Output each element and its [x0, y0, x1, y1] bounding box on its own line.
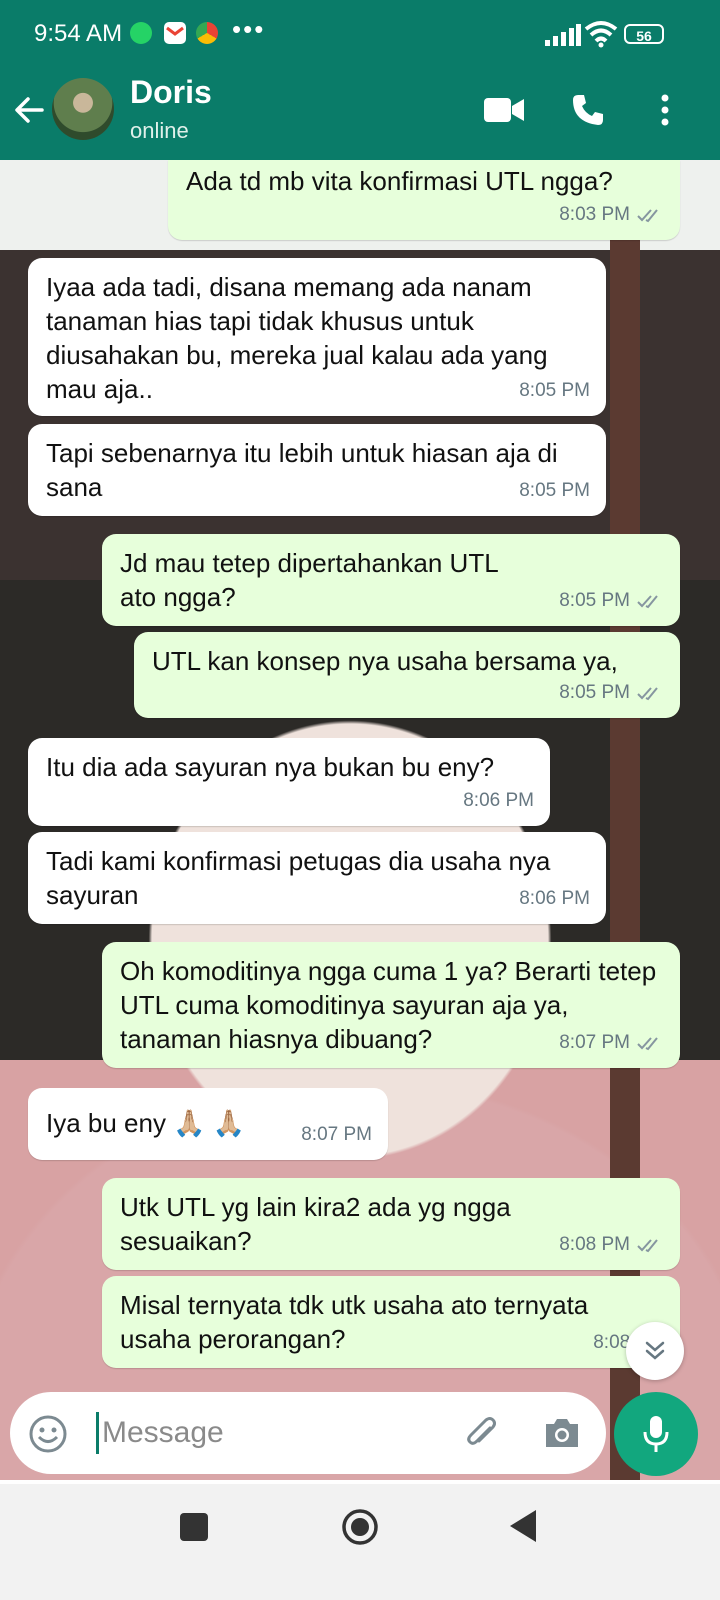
message-text: UTL kan konsep nya usaha bersama ya,	[152, 646, 618, 676]
text-cursor	[96, 1412, 99, 1454]
message-time: 8:07 PM	[559, 1032, 630, 1053]
read-ticks-icon	[637, 1239, 658, 1253]
message-time: 8:07 PM	[301, 1124, 372, 1145]
message-bubble-incoming[interactable]: Iyaa ada tadi, disana memang ada nanam t…	[28, 258, 606, 416]
scroll-to-bottom-button[interactable]	[626, 1322, 684, 1380]
battery-icon: 56	[624, 24, 664, 44]
message-text: Tadi kami konfirmasi petugas dia usaha n…	[46, 846, 558, 910]
voice-message-button[interactable]	[614, 1392, 698, 1476]
gmail-notification-icon	[164, 22, 186, 44]
message-meta: 8:05 PM	[559, 676, 664, 710]
message-text: Jd mau tetep dipertahankan UTL ato ngga?	[120, 548, 505, 612]
camera-icon[interactable]	[542, 1414, 582, 1452]
message-bubble-outgoing[interactable]: Utk UTL yg lain kira2 ada yg ngga sesuai…	[102, 1178, 680, 1270]
whatsapp-notification-icon	[130, 22, 152, 44]
message-meta: 8:06 PM	[519, 882, 590, 916]
message-bubble-outgoing[interactable]: Oh komoditinya ngga cuma 1 ya? Berarti t…	[102, 942, 680, 1068]
wifi-icon	[584, 21, 618, 48]
message-bubble-incoming[interactable]: Tapi sebenarnya itu lebih untuk hiasan a…	[28, 424, 606, 516]
phone-call-icon[interactable]	[570, 92, 606, 128]
message-bubble-outgoing[interactable]: Jd mau tetep dipertahankan UTL ato ngga?…	[102, 534, 680, 626]
message-composer	[10, 1392, 606, 1474]
message-bubble-incoming[interactable]: Itu dia ada sayuran nya bukan bu eny? 8:…	[28, 738, 550, 826]
message-meta: 8:06 PM	[463, 784, 534, 818]
message-meta: 8:05 PM	[559, 584, 664, 618]
read-ticks-icon	[637, 1037, 658, 1051]
attach-icon[interactable]	[462, 1414, 502, 1454]
message-bubble-outgoing[interactable]: Ada td mb vita konfirmasi UTL ngga? 8:03…	[168, 160, 680, 240]
more-options-icon[interactable]	[652, 92, 678, 128]
read-ticks-icon	[637, 687, 658, 701]
recents-button[interactable]	[180, 1513, 208, 1541]
message-text: Iyaa ada tadi, disana memang ada nanam t…	[46, 272, 555, 404]
message-meta: 8:03 PM	[559, 198, 664, 232]
read-ticks-icon	[637, 595, 658, 609]
message-time: 8:03 PM	[559, 204, 630, 225]
system-navigation-bar	[0, 1484, 720, 1600]
back-arrow-icon[interactable]	[12, 92, 48, 128]
message-meta: 8:05 PM	[519, 474, 590, 508]
message-bubble-incoming[interactable]: Tadi kami konfirmasi petugas dia usaha n…	[28, 832, 606, 924]
message-text: Misal ternyata tdk utk usaha ato ternyat…	[120, 1290, 596, 1354]
message-text: Ada td mb vita konfirmasi UTL ngga?	[186, 166, 613, 196]
chat-header: 9:54 AM ••• 56 Doris online	[0, 0, 720, 160]
message-meta: 8:07 PM	[559, 1026, 664, 1060]
contact-name[interactable]: Doris	[130, 74, 212, 111]
back-button[interactable]	[508, 1508, 538, 1544]
message-time: 8:05 PM	[519, 380, 590, 401]
chrome-notification-icon	[196, 22, 218, 44]
message-bubble-incoming[interactable]: Iya bu eny 🙏🏼 🙏🏼 8:07 PM	[28, 1088, 388, 1160]
message-time: 8:06 PM	[463, 790, 534, 811]
more-notifications-icon: •••	[232, 14, 266, 44]
microphone-icon	[643, 1416, 669, 1452]
message-time: 8:05 PM	[519, 480, 590, 501]
status-bar: 9:54 AM ••• 56	[0, 0, 720, 70]
message-time: 8:08 PM	[559, 1234, 630, 1255]
signal-icon	[545, 24, 581, 46]
message-time: 8:05 PM	[559, 590, 630, 611]
message-time: 8:05 PM	[559, 682, 630, 703]
message-bubble-outgoing[interactable]: UTL kan konsep nya usaha bersama ya, 8:0…	[134, 632, 680, 718]
contact-status: online	[130, 118, 189, 143]
message-time: 8:06 PM	[519, 888, 590, 909]
avatar[interactable]	[52, 78, 114, 140]
message-bubble-outgoing[interactable]: Misal ternyata tdk utk usaha ato ternyat…	[102, 1276, 680, 1368]
status-time: 9:54 AM	[34, 20, 123, 47]
video-call-icon[interactable]	[484, 96, 524, 124]
message-meta: 8:05 PM	[519, 374, 590, 408]
message-text: Utk UTL yg lain kira2 ada yg ngga sesuai…	[120, 1192, 518, 1256]
message-text: Tapi sebenarnya itu lebih untuk hiasan a…	[46, 438, 565, 502]
message-meta: 8:07 PM	[301, 1118, 372, 1152]
message-text: Itu dia ada sayuran nya bukan bu eny?	[46, 752, 495, 782]
read-ticks-icon	[637, 209, 658, 223]
home-button[interactable]	[341, 1508, 379, 1546]
message-input[interactable]	[100, 1410, 444, 1456]
message-meta: 8:08 PM	[559, 1228, 664, 1262]
double-chevron-down-icon	[645, 1341, 665, 1360]
emoji-icon[interactable]	[28, 1414, 68, 1454]
